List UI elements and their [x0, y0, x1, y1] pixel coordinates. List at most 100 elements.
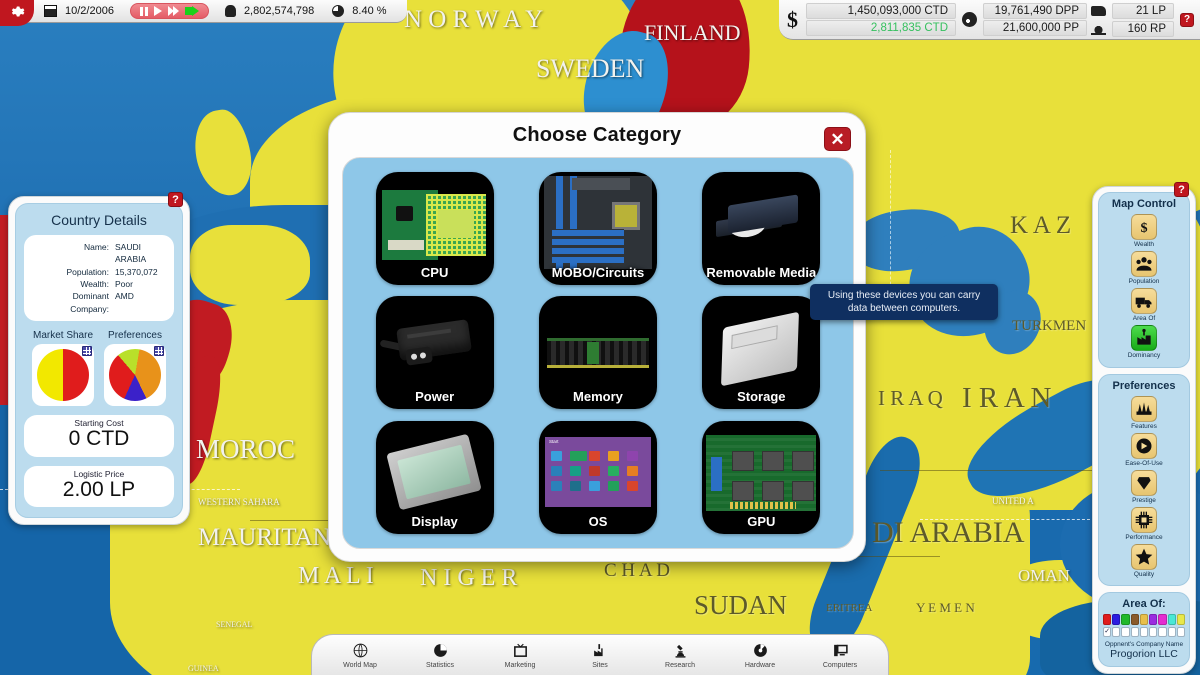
- map-control-help-button[interactable]: ?: [1174, 182, 1189, 197]
- nav-item-computers[interactable]: Computers: [803, 641, 877, 669]
- cogs-icon: [962, 12, 977, 27]
- bottom-navigation-bar: World Map Statistics Marketing Sites Researc…: [311, 634, 889, 675]
- dialog-title: Choose Category: [512, 124, 682, 146]
- area-checkbox[interactable]: [1112, 627, 1121, 638]
- topbar-help-button[interactable]: ?: [1180, 12, 1194, 27]
- market-share-pie: [37, 348, 89, 401]
- close-icon[interactable]: ✕: [824, 127, 851, 151]
- category-label: Memory: [573, 389, 623, 405]
- country-detail-row: Population: 15,370,072: [33, 266, 165, 278]
- map-control-item-dominancy[interactable]: Dominancy: [1122, 325, 1166, 360]
- category-label: Display: [411, 514, 458, 530]
- research-icon: [1091, 22, 1106, 35]
- nav-label: Sites: [592, 662, 608, 669]
- area-checkbox[interactable]: [1130, 627, 1139, 638]
- nav-item-statistics[interactable]: Statistics: [403, 641, 477, 669]
- pp-value: 21,600,000 PP: [983, 20, 1087, 36]
- category-tile-os[interactable]: Start OS: [538, 421, 657, 535]
- finance-group: 1,450,093,000 CTD 2,811,835 CTD: [806, 3, 956, 36]
- gear-icon: [11, 6, 24, 16]
- color-swatch[interactable]: [1139, 614, 1149, 626]
- grid-icon[interactable]: [82, 345, 92, 356]
- color-swatch[interactable]: [1167, 614, 1176, 626]
- category-tile-removable-media[interactable]: Removable Media: [702, 171, 821, 285]
- choose-category-dialog: Choose Category ✕ CPU MOBO/Circuits Remova…: [328, 112, 866, 562]
- country-panel-help-button[interactable]: ?: [168, 192, 183, 207]
- map-control-item-ease-of-use[interactable]: Ease-Of-Use: [1122, 432, 1166, 468]
- area-checkbox[interactable]: [1176, 627, 1185, 638]
- settings-button[interactable]: [0, 0, 34, 26]
- map-control-item-performance[interactable]: Performance: [1122, 506, 1166, 542]
- icon-label: Wealth: [1133, 241, 1155, 248]
- category-tile-cpu[interactable]: CPU: [375, 171, 494, 285]
- topbar-left-group: 10/2/2006 2,802,574,798 8.40 %: [0, 0, 407, 26]
- category-tile-gpu[interactable]: GPU: [702, 421, 821, 535]
- play-icon[interactable]: [153, 6, 162, 16]
- rp-value: 160 RP: [1112, 20, 1174, 37]
- nav-label: Hardware: [744, 662, 776, 669]
- logistic-price-value: 2.00 LP: [62, 477, 136, 501]
- category-label: Storage: [737, 389, 786, 405]
- preferences-section: Preferences Features Ease-Of-Use Prestige P…: [1098, 373, 1190, 587]
- nav-item-research[interactable]: Research: [643, 641, 717, 669]
- globe-icon: [323, 641, 397, 659]
- area-checkbox[interactable]: [1121, 627, 1130, 638]
- category-tile-memory[interactable]: Memory: [538, 296, 657, 410]
- color-swatch[interactable]: [1103, 614, 1112, 626]
- nav-item-hardware[interactable]: Hardware: [723, 641, 797, 669]
- tooltip: Using these devices you can carry data b…: [810, 284, 998, 320]
- preferences-chart[interactable]: Preferences: [104, 330, 166, 406]
- country-detail-row: Name: SAUDI ARABIA: [33, 241, 165, 266]
- area-checkbox[interactable]: [1139, 627, 1149, 638]
- nav-item-marketing[interactable]: Marketing: [483, 641, 557, 669]
- logistic-price-box: Logistic Price 2.00 LP: [24, 465, 174, 508]
- category-tile-mobo-circuits[interactable]: MOBO/Circuits: [538, 171, 657, 285]
- detail-value: 15,370,072: [115, 266, 158, 277]
- category-tile-power[interactable]: Power: [375, 296, 494, 410]
- area-checkbox[interactable]: [1167, 627, 1176, 638]
- fast-forward-icon[interactable]: [167, 6, 179, 16]
- detail-key: Wealth:: [80, 278, 109, 289]
- nav-item-world-map[interactable]: World Map: [323, 641, 397, 669]
- detail-value: AMD: [115, 291, 134, 302]
- color-swatch[interactable]: [1149, 614, 1158, 626]
- nav-label: World Map: [343, 662, 377, 669]
- color-swatch[interactable]: [1130, 614, 1139, 626]
- starting-cost-box: Starting Cost 0 CTD: [24, 414, 174, 457]
- production-group: 19,761,490 DPP 21,600,000 PP: [983, 3, 1087, 36]
- color-swatch[interactable]: [1121, 614, 1130, 626]
- speed-controls[interactable]: [129, 3, 209, 19]
- icon-label: Area Of: [1132, 315, 1156, 323]
- area-checkbox[interactable]: [1149, 627, 1158, 638]
- starting-cost-value: 0 CTD: [68, 426, 130, 450]
- icon-label: Dominancy: [1127, 352, 1161, 360]
- disc-icon: [723, 641, 797, 659]
- grid-icon[interactable]: [154, 345, 164, 356]
- logistics-group: 21 LP 160 RP: [1091, 2, 1174, 37]
- category-tile-display[interactable]: Display: [375, 421, 494, 535]
- lp-value: 21 LP: [1112, 2, 1174, 19]
- color-swatch[interactable]: [1176, 614, 1185, 626]
- market-share-chart[interactable]: Market Share: [32, 330, 94, 406]
- pause-icon[interactable]: [139, 6, 148, 16]
- color-swatch[interactable]: [1112, 614, 1121, 626]
- opponent-company-name: Progorion LLC: [1110, 648, 1178, 661]
- map-control-item-quality[interactable]: Quality: [1122, 544, 1166, 579]
- detail-key: Name:: [83, 242, 109, 252]
- nav-item-sites[interactable]: Sites: [563, 641, 637, 669]
- dpp-value: 19,761,490 DPP: [983, 3, 1087, 19]
- color-swatch[interactable]: [1158, 614, 1167, 626]
- map-control-item-features[interactable]: Features: [1122, 395, 1166, 431]
- map-control-item-area-of[interactable]: Area Of: [1122, 288, 1166, 323]
- pie-chart-icon: [403, 641, 477, 659]
- map-control-item-wealth[interactable]: $ Wealth: [1122, 214, 1166, 249]
- nav-label: Research: [665, 662, 695, 669]
- game-screen: N O R W A Y FINLAND SWEDEN K A Z TURKMEN I R …: [0, 0, 1200, 675]
- map-control-item-population[interactable]: Population: [1122, 251, 1166, 286]
- category-tile-storage[interactable]: Storage: [702, 296, 821, 410]
- area-checkbox[interactable]: ✓: [1103, 627, 1112, 638]
- icon-label: Quality: [1133, 571, 1155, 578]
- area-checkbox[interactable]: [1158, 627, 1167, 638]
- map-control-item-prestige[interactable]: Prestige: [1122, 469, 1166, 505]
- fastest-icon[interactable]: [184, 6, 199, 16]
